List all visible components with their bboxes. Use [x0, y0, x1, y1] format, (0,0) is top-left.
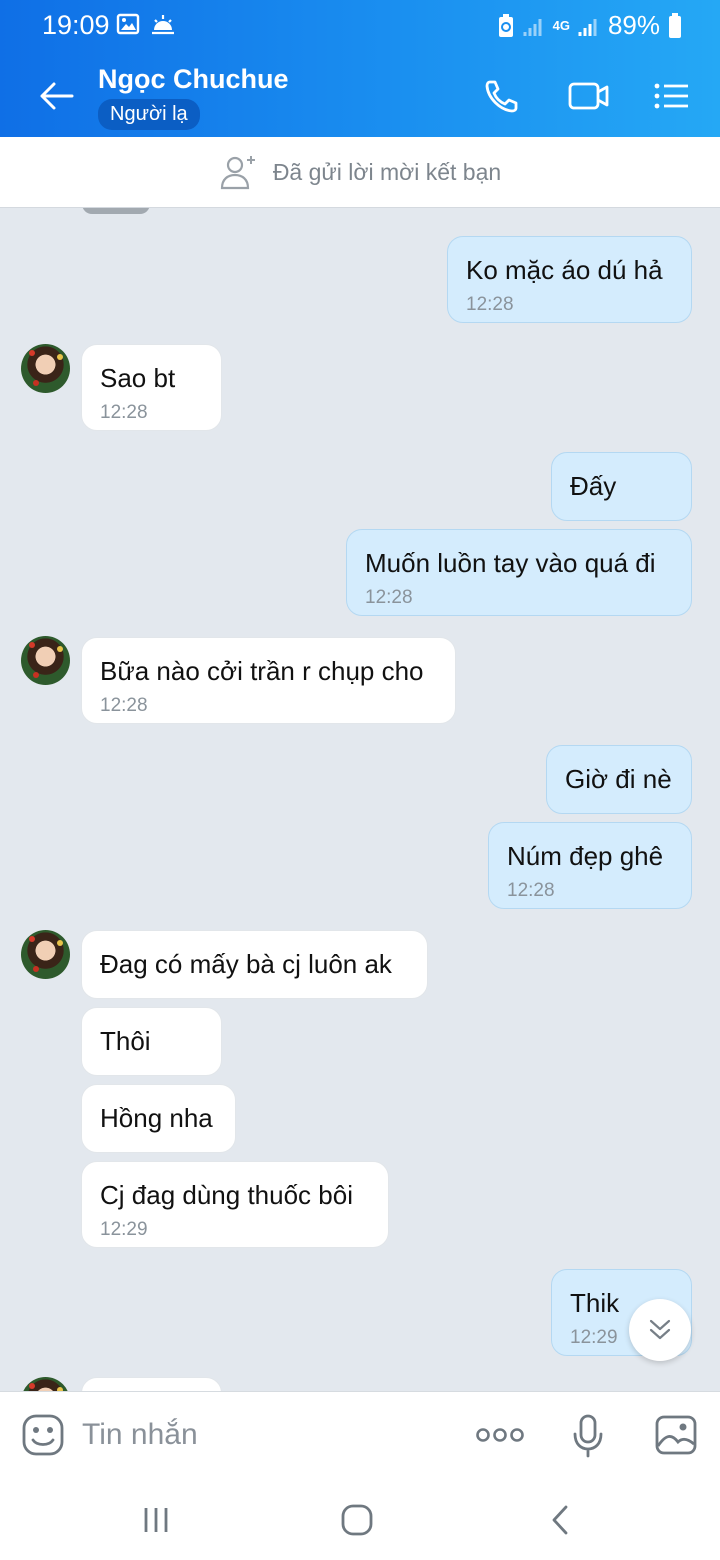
battery-percent: 89%	[607, 10, 660, 40]
more-options-icon[interactable]	[476, 1424, 524, 1446]
message-input[interactable]: Tin nhắn	[82, 1418, 198, 1452]
add-user-icon	[220, 156, 255, 190]
signal-icon	[578, 18, 597, 36]
message-bubble-received[interactable]: Đag có mấy bà cj luôn ak	[81, 930, 428, 999]
status-bar: 19:09 4G 89%	[0, 0, 720, 52]
status-time: 19:09	[42, 10, 110, 40]
contact-avatar[interactable]	[21, 344, 70, 393]
back-arrow-icon[interactable]	[34, 74, 78, 118]
home-icon[interactable]	[340, 1504, 374, 1536]
top-bar: 19:09 4G 89% Ngọc Chuchue Người lạ	[0, 0, 720, 137]
message-bubble-received[interactable]: Thôi	[81, 1007, 222, 1076]
gallery-notification-icon	[116, 13, 140, 35]
system-navigation-bar	[0, 1478, 720, 1560]
message-bubble-received[interactable]: Hồng nha	[81, 1084, 236, 1153]
message-bubble-received[interactable]: Sao bt 12:28	[81, 344, 222, 431]
image-gallery-icon[interactable]	[654, 1414, 698, 1456]
video-call-icon[interactable]	[567, 76, 611, 116]
message-bubble-received-partial[interactable]	[81, 1377, 222, 1391]
menu-list-icon[interactable]	[650, 76, 694, 116]
scroll-to-bottom-button[interactable]	[629, 1299, 691, 1361]
contact-avatar[interactable]	[21, 636, 70, 685]
message-bubble-sent[interactable]: Ko mặc áo dú hả 12:28	[447, 236, 692, 323]
signal-weak-icon	[523, 18, 542, 36]
message-bubble-sent[interactable]: Giờ đi nè	[546, 745, 692, 814]
recent-apps-icon[interactable]	[140, 1506, 172, 1534]
contact-avatar[interactable]	[21, 1377, 70, 1391]
message-input-bar: Tin nhắn	[0, 1391, 720, 1478]
microphone-icon[interactable]	[572, 1414, 604, 1458]
phone-call-icon[interactable]	[482, 76, 526, 116]
emoji-icon[interactable]	[21, 1413, 65, 1457]
timestamp-pill	[82, 208, 150, 214]
friend-request-text: Đã gửi lời mời kết bạn	[272, 158, 502, 185]
message-bubble-sent[interactable]: Núm đẹp ghê 12:28	[488, 822, 692, 909]
message-bubble-received[interactable]: Bữa nào cởi trần r chụp cho 12:28	[81, 637, 456, 724]
friend-request-banner: Đã gửi lời mời kết bạn	[0, 137, 720, 208]
stranger-badge: Người lạ	[98, 99, 200, 130]
battery-saver-icon	[498, 13, 513, 37]
chat-header: Ngọc Chuchue Người lạ	[0, 52, 720, 137]
message-bubble-sent[interactable]: Đấy	[551, 452, 692, 521]
network-type: 4G	[552, 18, 570, 33]
chat-area[interactable]: Ko mặc áo dú hả 12:28 Sao bt 12:28 Đấy M…	[0, 208, 720, 1391]
message-bubble-sent[interactable]: Muốn luồn tay vào quá đi 12:28	[346, 529, 692, 616]
message-bubble-received[interactable]: Cj đag dùng thuốc bôi 12:29	[81, 1161, 389, 1248]
weather-icon	[152, 15, 174, 35]
battery-icon	[669, 12, 681, 38]
contact-name[interactable]: Ngọc Chuchue	[98, 64, 289, 95]
system-back-icon[interactable]	[548, 1504, 572, 1536]
contact-avatar[interactable]	[21, 930, 70, 979]
double-chevron-down-icon	[649, 1319, 671, 1340]
